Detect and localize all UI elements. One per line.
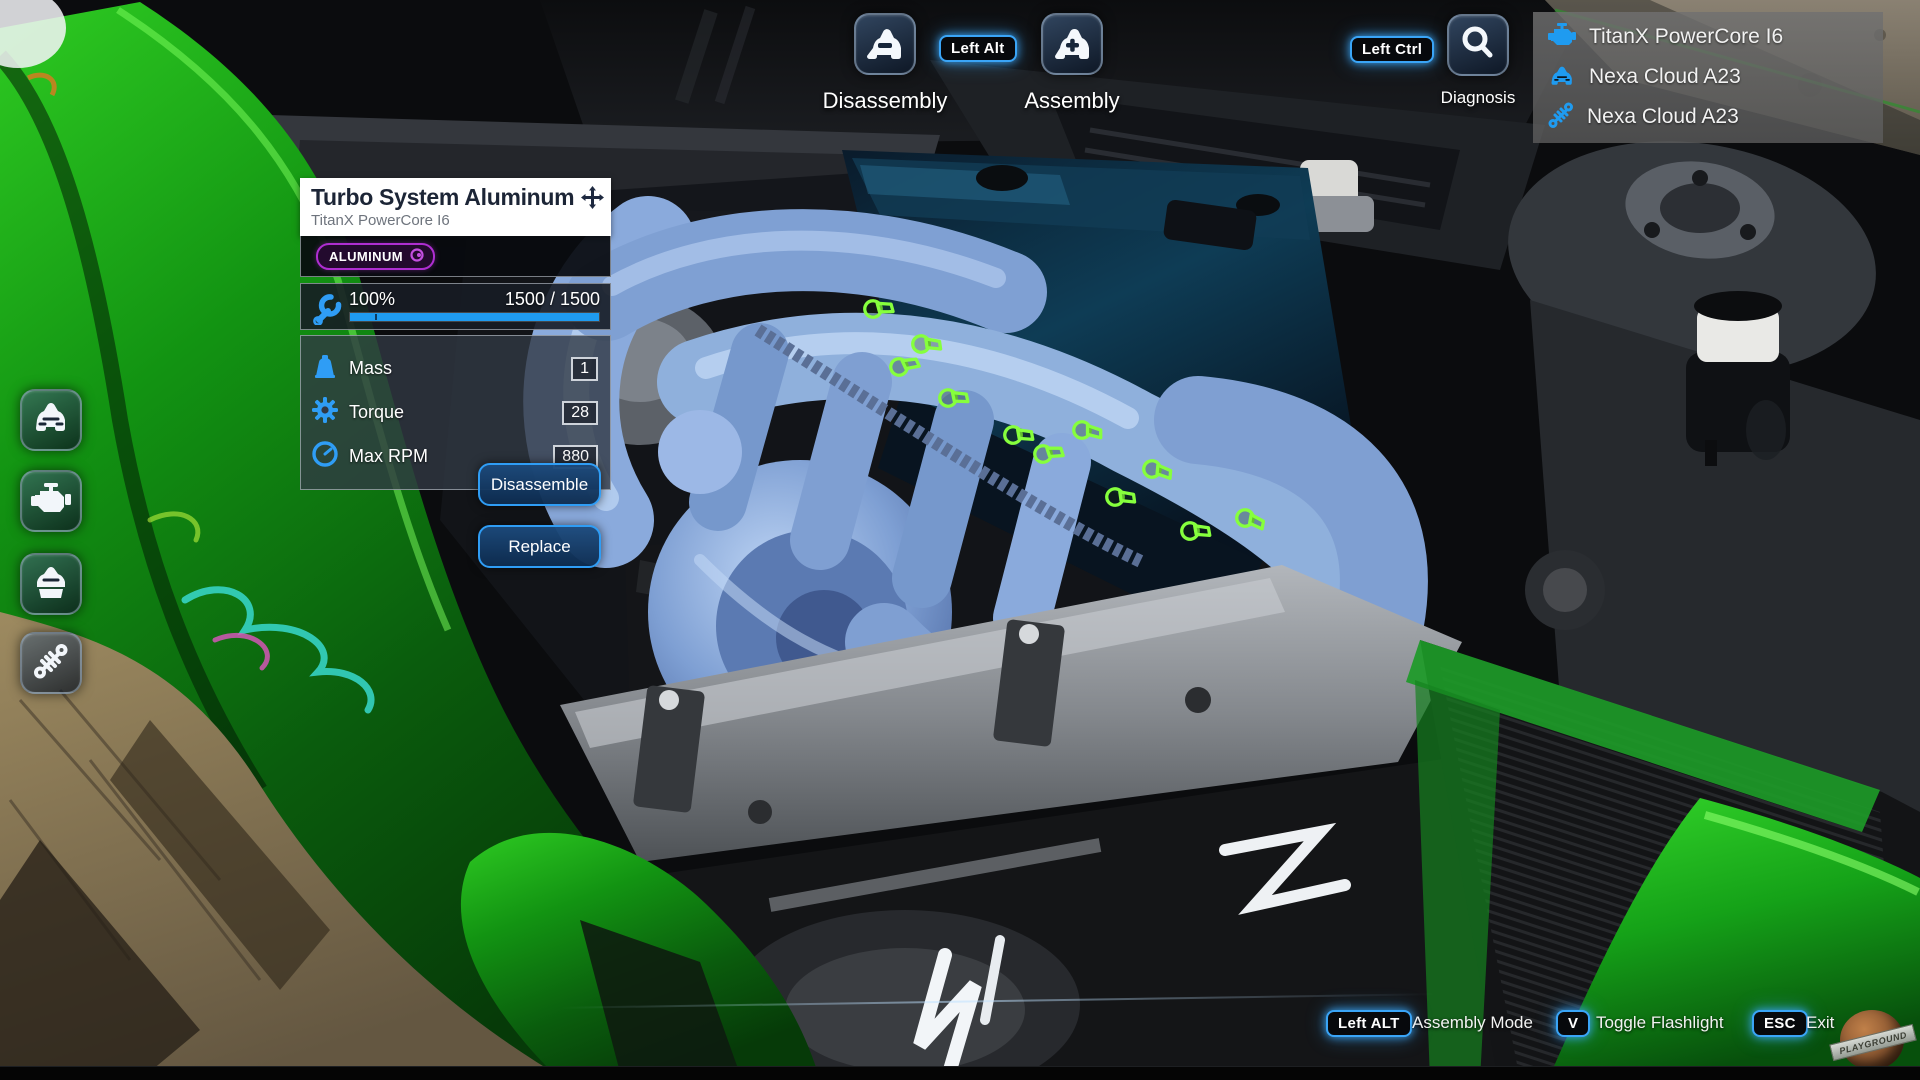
condition-bar-fill [350,313,599,321]
vehicle-row-car[interactable]: Nexa Cloud A23 [1533,57,1883,97]
vehicle-engine-name: TitanX PowerCore I6 [1589,25,1783,49]
stat-value-mass: 1 [571,357,598,381]
material-section: ALUMINUM [300,236,611,277]
engine-icon [1548,22,1576,53]
stat-label-mass: Mass [349,358,561,379]
engine-bay-scene [0,0,1920,1080]
diagnosis-label: Diagnosis [1441,88,1516,108]
sidebar-suspension-view-button[interactable] [20,632,82,694]
vehicle-row-engine[interactable]: TitanX PowerCore I6 [1533,17,1883,57]
vehicle-body-name: Nexa Cloud A23 [1589,65,1741,89]
disassembly-label: Disassembly [823,88,948,114]
game-screen: Disassembly Left Alt Assembly Left Ctrl … [0,0,1920,1080]
part-source-vehicle: TitanX PowerCore I6 [311,212,601,229]
exit-keycap: ESC [1752,1010,1808,1037]
disassemble-button[interactable]: Disassemble [478,463,601,506]
search-icon [1459,24,1497,67]
car-body-icon [31,564,71,605]
vehicle-row-suspension[interactable]: Nexa Cloud A23 [1533,97,1883,137]
sidebar-body-view-button[interactable] [20,553,82,615]
suspension-icon [1548,102,1574,133]
sidebar-engine-view-button[interactable] [20,470,82,532]
part-title: Turbo System Aluminum [311,184,601,211]
wrench-icon [310,293,342,330]
condition-value: 1500 / 1500 [505,289,600,310]
car-front-icon [31,400,71,441]
material-ring-icon [410,248,424,265]
part-info-card: Turbo System Aluminum TitanX PowerCore I… [300,178,611,490]
replace-button[interactable]: Replace [478,525,601,568]
condition-bar-tick [375,314,377,320]
vehicle-info-panel: TitanX PowerCore I6 Nexa Cloud A23 [1533,12,1883,143]
diagnosis-button[interactable] [1447,14,1509,76]
material-badge-label: ALUMINUM [329,249,403,264]
car-icon [1548,63,1576,92]
car-plus-icon [1052,22,1092,67]
mode-keycap: Left Alt [939,35,1017,62]
rpm-gauge-icon [311,440,339,473]
assembly-mode-keycap: Left ALT [1326,1010,1412,1037]
part-card-header: Turbo System Aluminum TitanX PowerCore I… [300,178,611,236]
engine-icon [31,481,71,522]
assembly-mode-hint: Assembly Mode [1412,1013,1533,1033]
torque-gear-icon [311,396,339,429]
exit-hint: Exit [1806,1013,1834,1033]
stat-label-torque: Torque [349,402,552,423]
mass-icon [311,352,339,385]
assembly-mode-button[interactable] [1041,13,1103,75]
stat-row-mass: Mass 1 [311,352,598,385]
stat-row-torque: Torque 28 [311,396,598,429]
material-badge: ALUMINUM [316,243,435,270]
vehicle-suspension-name: Nexa Cloud A23 [1587,105,1739,129]
assembly-label: Assembly [1024,88,1119,114]
suspension-icon [32,642,70,685]
disassembly-mode-button[interactable] [854,13,916,75]
condition-section: 100% 1500 / 1500 [300,283,611,330]
condition-bar [349,312,600,322]
stat-value-torque: 28 [562,401,598,425]
car-minus-icon [865,22,905,67]
playground-watermark: PLAYGROUND [1838,1008,1906,1072]
move-icon[interactable] [581,186,604,214]
bottom-letterbox [0,1066,1920,1080]
flashlight-keycap: V [1556,1010,1590,1037]
flashlight-hint: Toggle Flashlight [1596,1013,1724,1033]
condition-percent: 100% [349,289,395,310]
diagnosis-keycap: Left Ctrl [1350,36,1434,63]
sidebar-car-view-button[interactable] [20,389,82,451]
